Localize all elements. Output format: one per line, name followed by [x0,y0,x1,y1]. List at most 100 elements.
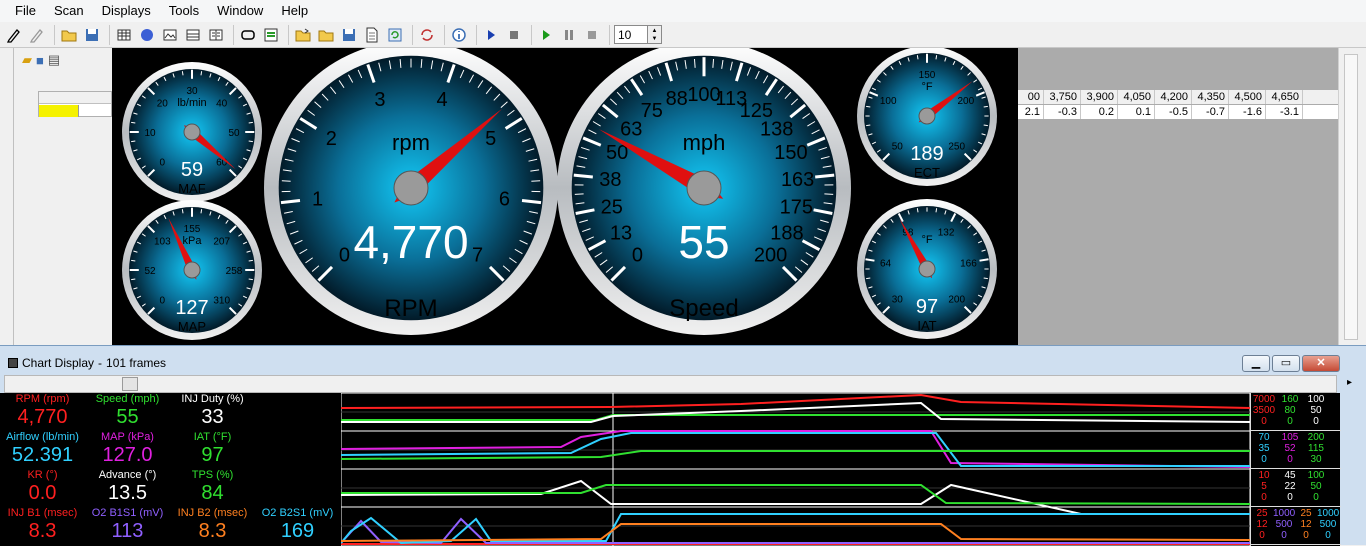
param-readout[interactable]: INJ B2 (msec)8.3 [170,507,255,544]
gauge-tick-label: 188 [770,222,803,244]
play-green-icon[interactable] [536,25,556,45]
save-disk-icon[interactable] [339,25,359,45]
param-readout[interactable]: RPM (rpm)4,770 [0,393,85,430]
param-readout[interactable]: INJ B1 (msec)8.3 [0,507,85,544]
gauge-hub [919,108,935,124]
report-cell[interactable]: -1.6 [1229,105,1266,119]
report-cell[interactable]: -3.1 [1266,105,1303,119]
gauge-tick-label: 13 [610,222,632,244]
param-readout[interactable]: Speed (mph)55 [85,393,170,430]
sync-icon[interactable] [417,25,437,45]
scrollbar-thumb[interactable] [1344,54,1358,340]
gauge-tick-label: 52 [144,266,156,277]
maximize-button[interactable]: ▭ [1272,355,1300,372]
param-readout[interactable]: TPS (%)84 [170,469,255,506]
image-icon[interactable] [160,25,180,45]
scale-value: 50 [1303,406,1329,416]
param-value: 8.3 [170,519,255,543]
open-file-icon[interactable] [293,25,313,45]
frame-count-spinner[interactable]: ▲▼ [648,25,662,44]
toolbar: 10 ▲▼ [0,22,1366,48]
file-filter-icon[interactable] [261,25,281,45]
spin-up-icon[interactable]: ▲ [652,27,658,35]
frame-slider-thumb[interactable] [122,377,138,391]
open-folder-icon[interactable]: ▰ [22,52,32,68]
gauge-minor-tick [694,59,695,68]
play-blue-icon[interactable] [481,25,501,45]
split-icon[interactable] [206,25,226,45]
chart-frame-slider[interactable]: ▸ [4,375,1337,393]
scale-value: 5 [1251,482,1277,492]
report-col-header: 4,200 [1155,90,1192,104]
gauge-hub [919,261,935,277]
spin-down-icon[interactable]: ▼ [652,35,658,43]
param-readout[interactable]: Advance (°)13.5 [85,469,170,506]
report-cell[interactable]: -0.5 [1155,105,1192,119]
param-value: 127.0 [85,443,170,467]
scroll-right-icon[interactable]: ▸ [1347,377,1352,388]
report-cell[interactable]: -0.7 [1192,105,1229,119]
param-label: Advance (°) [85,469,170,481]
stop-gray-icon[interactable] [582,25,602,45]
report-cell[interactable]: -0.3 [1044,105,1081,119]
frame-count-input[interactable]: 10 [614,25,648,44]
folder-icon[interactable] [316,25,336,45]
param-readout[interactable]: Airflow (lb/min)52.391 [0,431,85,468]
vertical-scrollbar[interactable] [1338,48,1366,345]
param-readout[interactable]: IAT (°F)97 [170,431,255,468]
param-readout[interactable]: O2 B1S1 (mV)113 [85,507,170,544]
document-icon[interactable] [362,25,382,45]
param-readout[interactable]: INJ Duty (%)33 [170,393,255,430]
scale-value: 12 [1295,520,1317,530]
print-icon[interactable]: ▤ [48,52,60,68]
menu-file[interactable]: File [6,0,45,22]
globe-icon[interactable] [137,25,157,45]
close-button[interactable]: ✕ [1302,355,1340,372]
param-readout[interactable]: O2 B2S1 (mV)169 [255,507,340,544]
open-folder-icon[interactable] [59,25,79,45]
gauge-minor-tick [917,208,918,212]
gauge-tick-label: 0 [160,158,166,169]
param-readout[interactable]: MAP (kPa)127.0 [85,431,170,468]
chart-scales: 7000160100350080500007010520035521150030… [1250,393,1340,546]
save-icon[interactable]: ■ [36,53,44,68]
grid-icon[interactable] [114,25,134,45]
gauge-major-tick [815,175,834,177]
menu-displays[interactable]: Displays [93,0,160,22]
record-icon[interactable] [238,25,258,45]
scale-value: 12 [1251,520,1273,530]
scale-value: 100 [1303,471,1329,481]
pencil-icon[interactable] [4,25,24,45]
gauge-minor-tick [249,279,253,280]
scale-value: 22 [1277,482,1303,492]
param-value: 8.3 [0,519,85,543]
stop-icon[interactable] [504,25,524,45]
minimize-button[interactable]: ▁ [1242,355,1270,372]
param-value: 97 [170,443,255,467]
refresh-icon[interactable] [385,25,405,45]
save-icon[interactable] [82,25,102,45]
menu-help[interactable]: Help [272,0,317,22]
menu-tools[interactable]: Tools [160,0,208,22]
scale-line: 1250012500 [1251,520,1341,530]
gauge-hub [184,262,200,278]
param-value: 113 [85,519,170,543]
scale-value: 0 [1251,493,1277,503]
scale-value: 25 [1251,509,1273,519]
param-readout[interactable]: KR (°)0.0 [0,469,85,506]
table-icon[interactable] [183,25,203,45]
info-icon[interactable] [449,25,469,45]
report-col-header: 4,050 [1118,90,1155,104]
report-cell[interactable]: 2.1 [1018,105,1044,119]
gauge-value: 189 [910,143,943,165]
scale-value: 0 [1277,417,1303,427]
menu-scan[interactable]: Scan [45,0,93,22]
pencil-gray-icon[interactable] [27,25,47,45]
menu-window[interactable]: Window [208,0,272,22]
report-cell[interactable]: 0.1 [1118,105,1155,119]
gauge-tick-label: 60 [216,158,228,169]
highlighted-cell[interactable] [39,105,79,117]
pause-icon[interactable] [559,25,579,45]
report-cell[interactable]: 0.2 [1081,105,1118,119]
gauge-tick-label: 100 [880,96,897,107]
